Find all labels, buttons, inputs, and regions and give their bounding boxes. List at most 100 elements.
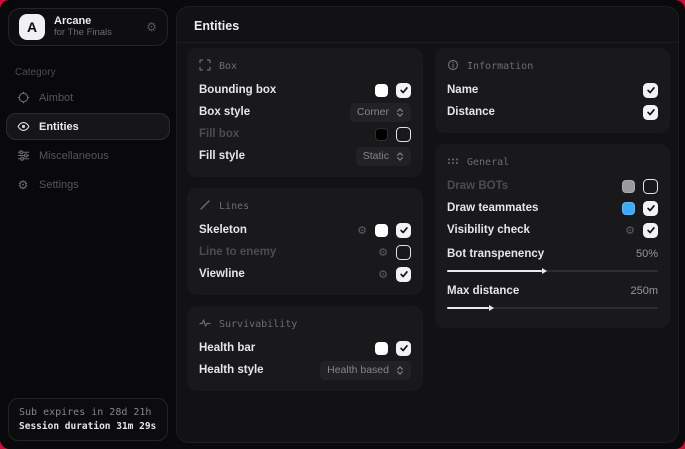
color-swatch[interactable] bbox=[375, 224, 388, 237]
color-swatch[interactable] bbox=[375, 128, 388, 141]
chevron-up-down-icon bbox=[396, 107, 404, 118]
heartbeat-icon bbox=[199, 317, 211, 332]
color-swatch[interactable] bbox=[622, 180, 635, 193]
setting-label: Fill style bbox=[199, 150, 245, 162]
slider-track[interactable] bbox=[447, 307, 658, 309]
left-column: Box Bounding box Box style bbox=[187, 48, 423, 402]
sub-expiry-text: Sub expires in 28d 21h bbox=[19, 407, 157, 418]
color-swatch[interactable] bbox=[375, 84, 388, 97]
checkbox-checked[interactable] bbox=[643, 105, 658, 120]
page-title: Entities bbox=[177, 7, 678, 43]
dropdown-value: Static bbox=[363, 150, 389, 162]
sidebar-item-label: Entities bbox=[39, 121, 79, 133]
sidebar-item-miscellaneous[interactable]: Miscellaneous bbox=[6, 142, 170, 169]
group-header: Survivability bbox=[199, 317, 411, 332]
color-swatch[interactable] bbox=[375, 342, 388, 355]
target-icon bbox=[16, 91, 30, 105]
setting-label: Draw teammates bbox=[447, 202, 538, 214]
setting-row-fill-box: Fill box bbox=[199, 123, 411, 145]
checkbox-checked[interactable] bbox=[396, 223, 411, 238]
sidebar-item-label: Aimbot bbox=[39, 92, 73, 104]
sidebar-item-settings[interactable]: ⚙ Settings bbox=[6, 171, 170, 198]
checkbox-checked[interactable] bbox=[643, 83, 658, 98]
setting-row-distance: Distance bbox=[447, 101, 658, 123]
setting-row-name: Name bbox=[447, 79, 658, 101]
group-title: Lines bbox=[219, 201, 249, 212]
group-lines: Lines Skeleton ⚙ Line to enemy bbox=[187, 188, 423, 295]
chevron-up-down-icon bbox=[396, 151, 404, 162]
setting-row-viewline: Viewline ⚙ bbox=[199, 263, 411, 285]
group-header: General bbox=[447, 155, 658, 170]
group-title: Survivability bbox=[219, 319, 297, 330]
checkbox-checked[interactable] bbox=[396, 341, 411, 356]
app-window: A Arcane for The Finals ⚙ Category Aimbo… bbox=[0, 0, 685, 449]
setting-label: Draw BOTs bbox=[447, 180, 508, 192]
group-title: Box bbox=[219, 61, 237, 72]
setting-label: Viewline bbox=[199, 268, 245, 280]
group-survivability: Survivability Health bar Health style bbox=[187, 306, 423, 391]
dots-grid-icon bbox=[447, 155, 459, 170]
sidebar: A Arcane for The Finals ⚙ Category Aimbo… bbox=[0, 0, 176, 449]
info-icon bbox=[447, 59, 459, 74]
setting-label: Name bbox=[447, 84, 478, 96]
sidebar-item-aimbot[interactable]: Aimbot bbox=[6, 84, 170, 111]
checkbox-checked[interactable] bbox=[643, 201, 658, 216]
setting-label: Max distance bbox=[447, 285, 519, 297]
main-panel: Entities Box Bounding box bbox=[176, 6, 679, 443]
group-box: Box Bounding box Box style bbox=[187, 48, 423, 177]
gear-icon[interactable]: ⚙ bbox=[357, 225, 367, 236]
slider-fill[interactable] bbox=[447, 270, 542, 272]
setting-label: Visibility check bbox=[447, 224, 530, 236]
slider-value: 250m bbox=[630, 285, 658, 297]
checkbox-checked[interactable] bbox=[643, 223, 658, 238]
brand-subtitle: for The Finals bbox=[54, 28, 112, 39]
setting-row-health-style: Health style Health based bbox=[199, 359, 411, 381]
dropdown-value: Health based bbox=[327, 364, 389, 376]
sliders-icon bbox=[16, 149, 30, 163]
category-label: Category bbox=[15, 67, 176, 78]
setting-label: Box style bbox=[199, 106, 250, 118]
dropdown-value: Corner bbox=[357, 106, 389, 118]
slider-max-distance: Max distance 250m bbox=[447, 281, 658, 309]
gear-icon[interactable]: ⚙ bbox=[378, 247, 388, 258]
setting-row-draw-bots: Draw BOTs bbox=[447, 175, 658, 197]
checkbox-unchecked[interactable] bbox=[396, 245, 411, 260]
setting-row-draw-teammates: Draw teammates bbox=[447, 197, 658, 219]
slider-track[interactable] bbox=[447, 270, 658, 272]
session-duration-text: Session duration 31m 29s bbox=[19, 421, 157, 432]
gear-icon[interactable]: ⚙ bbox=[625, 225, 635, 236]
checkbox-unchecked[interactable] bbox=[643, 179, 658, 194]
gear-icon[interactable]: ⚙ bbox=[146, 20, 157, 34]
slider-bot-transparency: Bot transpenency 50% bbox=[447, 244, 658, 272]
group-header: Box bbox=[199, 59, 411, 74]
setting-label: Line to enemy bbox=[199, 246, 276, 258]
checkbox-checked[interactable] bbox=[396, 83, 411, 98]
brand-card: A Arcane for The Finals ⚙ bbox=[8, 8, 168, 46]
setting-row-bounding-box: Bounding box bbox=[199, 79, 411, 101]
setting-row-line-to-enemy: Line to enemy ⚙ bbox=[199, 241, 411, 263]
slider-fill[interactable] bbox=[447, 307, 489, 309]
setting-label: Health style bbox=[199, 364, 264, 376]
setting-row-visibility-check: Visibility check ⚙ bbox=[447, 219, 658, 241]
sidebar-nav: Aimbot Entities Miscella bbox=[0, 84, 176, 198]
brand-logo: A bbox=[19, 14, 45, 40]
sidebar-item-entities[interactable]: Entities bbox=[6, 113, 170, 140]
setting-label: Fill box bbox=[199, 128, 239, 140]
diagonal-line-icon bbox=[199, 199, 211, 214]
box-style-dropdown[interactable]: Corner bbox=[350, 103, 411, 122]
group-title: General bbox=[467, 157, 509, 168]
setting-row-health-bar: Health bar bbox=[199, 337, 411, 359]
box-corners-icon bbox=[199, 59, 211, 74]
chevron-up-down-icon bbox=[396, 365, 404, 376]
subscription-status-card: Sub expires in 28d 21h Session duration … bbox=[8, 398, 168, 441]
setting-row-fill-style: Fill style Static bbox=[199, 145, 411, 167]
checkbox-checked[interactable] bbox=[396, 267, 411, 282]
checkbox-unchecked[interactable] bbox=[396, 127, 411, 142]
gear-icon[interactable]: ⚙ bbox=[378, 269, 388, 280]
setting-label: Skeleton bbox=[199, 224, 247, 236]
eye-icon bbox=[16, 120, 30, 134]
health-style-dropdown[interactable]: Health based bbox=[320, 361, 411, 380]
fill-style-dropdown[interactable]: Static bbox=[356, 147, 411, 166]
color-swatch[interactable] bbox=[622, 202, 635, 215]
group-information: Information Name Distance bbox=[435, 48, 670, 133]
